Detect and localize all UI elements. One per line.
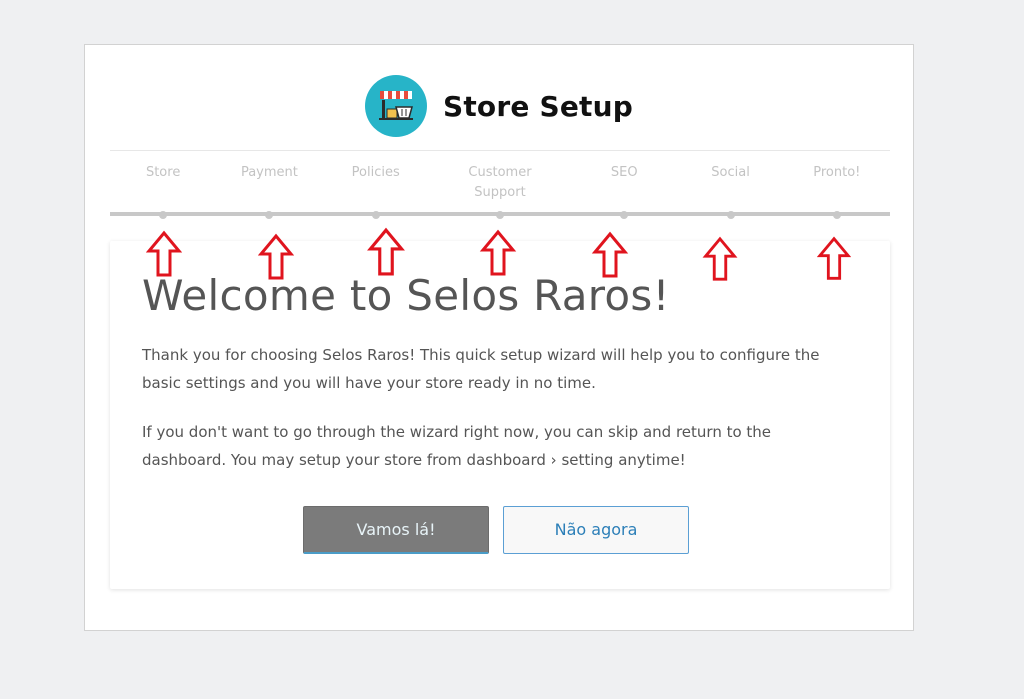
intro-paragraph: Thank you for choosing Selos Raros! This… — [142, 346, 820, 392]
step-social[interactable]: Social — [677, 155, 783, 219]
step-policies[interactable]: Policies — [323, 155, 429, 219]
wizard-steps: Store Payment Policies Customer Support … — [110, 155, 890, 219]
up-arrow-icon — [591, 231, 629, 278]
setup-wizard-frame: Store Setup Store Payment Policies Custo… — [84, 44, 914, 631]
step-label: SEO — [610, 165, 638, 180]
up-arrow-icon — [817, 236, 851, 280]
step-label: Customer Support — [468, 165, 532, 200]
skip-wizard-button[interactable]: Não agora — [503, 506, 689, 554]
step-payment[interactable]: Payment — [216, 155, 322, 219]
step-label: Social — [711, 165, 750, 180]
step-label: Store — [145, 165, 181, 180]
step-customer-support[interactable]: Customer Support — [429, 155, 571, 219]
step-seo[interactable]: SEO — [571, 155, 677, 219]
wizard-header: Store Setup — [85, 73, 913, 139]
start-wizard-button[interactable]: Vamos lá! — [303, 506, 489, 554]
storefront-icon — [364, 75, 427, 137]
skip-paragraph: If you don't want to go through the wiza… — [142, 423, 772, 469]
progress-bar — [110, 212, 890, 216]
steps-divider — [110, 150, 890, 151]
welcome-card: Welcome to Selos Raros! Thank you for ch… — [110, 241, 890, 589]
step-pronto[interactable]: Pronto! — [784, 155, 890, 219]
step-label: Pronto! — [813, 165, 861, 180]
up-arrow-icon — [702, 236, 738, 281]
up-arrow-icon — [479, 229, 517, 276]
up-arrow-icon — [367, 227, 405, 276]
step-label: Policies — [351, 165, 400, 180]
step-label: Payment — [240, 165, 298, 180]
up-arrow-icon — [146, 230, 182, 277]
page-title: Store Setup — [442, 89, 634, 123]
step-store[interactable]: Store — [110, 155, 216, 219]
up-arrow-icon — [258, 233, 294, 280]
